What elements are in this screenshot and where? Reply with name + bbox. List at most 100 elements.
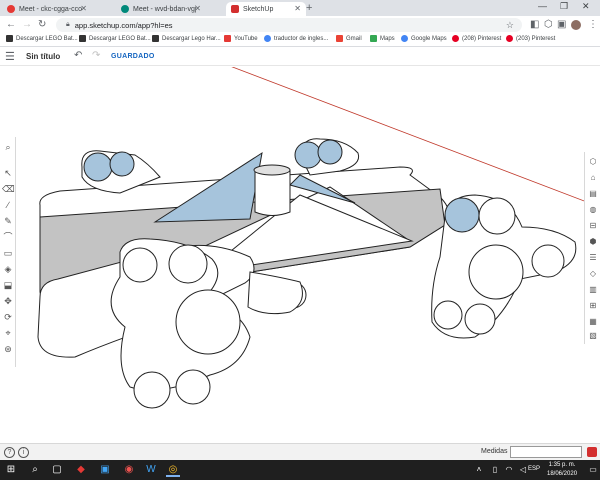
model-viewport[interactable] [0, 67, 600, 443]
arc-tool-icon[interactable]: ⌒ [2, 231, 14, 243]
redo-icon[interactable]: ↷ [92, 50, 100, 61]
extension-icon[interactable]: ⬡ [544, 19, 553, 30]
move-tool-icon[interactable]: ✥ [2, 295, 14, 307]
forward-icon[interactable]: → [22, 19, 32, 30]
pinterest-icon [506, 35, 513, 42]
tags-icon[interactable]: ◇ [587, 268, 599, 280]
close-icon[interactable]: ✕ [80, 4, 87, 13]
lock-icon: 🔒︎ [66, 21, 70, 28]
cylinder-body[interactable] [254, 169, 291, 216]
clock-time: 1:35 p. m. [548, 462, 576, 468]
line-tool-icon[interactable]: ∕ [2, 199, 14, 211]
bookmark-item[interactable]: traductor de ingles... [264, 35, 328, 42]
word-icon[interactable]: W [144, 463, 158, 477]
lego-icon [6, 35, 13, 42]
status-bar: ? i Medidas [0, 443, 600, 460]
app-icon[interactable]: ◆ [74, 463, 88, 477]
bookmark-item[interactable]: Maps [370, 35, 395, 42]
help-icon[interactable]: ? [4, 447, 15, 458]
instructor-icon[interactable]: ⌂ [587, 172, 599, 184]
rotate-tool-icon[interactable]: ⟳ [2, 311, 14, 323]
measurements-input[interactable] [510, 446, 582, 458]
maximize-icon[interactable]: ❐ [560, 1, 568, 12]
bookmark-star-icon[interactable]: ☆ [506, 20, 514, 31]
windows-taskbar: ⊞ ⌕ ▢ ◆ ▣ ◉ W ◎ ˄ ▯ ◠ ◁ ESP 1:35 p. m. 1… [0, 460, 600, 480]
outliner-icon[interactable]: ▦ [587, 316, 599, 328]
paw-back-right[interactable] [294, 138, 360, 176]
chrome-icon[interactable]: ◎ [166, 463, 180, 477]
components-icon[interactable]: ▤ [587, 188, 599, 200]
avatar[interactable] [571, 20, 581, 30]
modeling-canvas[interactable] [0, 67, 600, 443]
bookmark-item[interactable]: (203) Pinterest [506, 35, 555, 42]
browser-tab-strip: Meet - ckc-cgga-cco ✕ Meet - wvd-bdan-vg… [0, 0, 600, 16]
tab-title: Meet - ckc-cgga-cco [19, 5, 83, 13]
bookmark-label: YouTube [234, 35, 258, 42]
bookmark-item[interactable]: Descargar LEGO Bat... [6, 35, 78, 42]
tab-sketchup[interactable]: SketchUp ✕ [226, 2, 306, 16]
cylinder-top[interactable] [253, 164, 291, 176]
solid-inspector-icon[interactable]: ▧ [587, 330, 599, 342]
eraser-tool-icon[interactable]: ⌫ [2, 183, 15, 195]
back-icon[interactable]: ← [6, 19, 16, 30]
close-icon[interactable]: ✕ [194, 4, 201, 13]
document-title[interactable]: Sin título [26, 52, 60, 61]
select-tool-icon[interactable]: ↖ [2, 167, 14, 179]
close-icon[interactable]: ✕ [294, 4, 301, 13]
bookmark-item[interactable]: Descargar Lego Har... [152, 35, 221, 42]
language-indicator[interactable]: ESP [528, 466, 540, 472]
entity-info-icon[interactable]: ⬡ [587, 156, 599, 168]
rectangle-tool-icon[interactable]: ▭ [2, 247, 14, 259]
bookmark-item[interactable]: YouTube [224, 35, 258, 42]
tab-meet-2[interactable]: Meet - wvd-bdan-vgj ✕ [116, 2, 206, 16]
clock[interactable]: 1:35 p. m. 18/06/2020 [547, 461, 577, 479]
app-icon[interactable]: ◉ [122, 463, 136, 477]
info-icon[interactable]: i [18, 447, 29, 458]
layers-icon[interactable]: ☰ [587, 252, 599, 264]
bookmark-label: Gmail [346, 35, 362, 42]
search-icon[interactable]: ⌕ [2, 141, 14, 153]
bookmark-item[interactable]: (208) Pinterest [452, 35, 501, 42]
right-toolbar: ⬡ ⌂ ▤ ◍ ⊟ ⬢ ☰ ◇ ▥ ⊞ ▦ ▧ [584, 152, 600, 344]
more-menu-icon[interactable]: ⋮ [588, 19, 598, 30]
app-icon[interactable]: ▣ [98, 463, 112, 477]
window-close-icon[interactable]: ✕ [582, 1, 590, 12]
maps-icon [370, 35, 377, 42]
bookmark-item[interactable]: Google Maps [401, 35, 447, 42]
3d-warehouse-icon[interactable]: ⬢ [587, 236, 599, 248]
tab-meet-1[interactable]: Meet - ckc-cgga-cco ✕ [2, 2, 92, 16]
materials-icon[interactable]: ◍ [587, 204, 599, 216]
display-icon[interactable]: ⊞ [587, 300, 599, 312]
search-icon[interactable]: ⌕ [28, 463, 42, 477]
undo-icon[interactable]: ↶ [74, 50, 82, 61]
measurements-label: Medidas [481, 448, 508, 455]
scenes-icon[interactable]: ▥ [587, 284, 599, 296]
windows-start-icon[interactable]: ⊞ [4, 463, 18, 477]
sketchup-header: ☰ Sin título ↶ ↷ GUARDADO [0, 48, 600, 66]
extension-icon[interactable]: ▣ [557, 19, 566, 30]
bookmark-item[interactable]: Descargar LEGO Bat... [79, 35, 151, 42]
extension-icon[interactable]: ◧ [530, 19, 539, 30]
reload-icon[interactable]: ↻ [38, 19, 46, 30]
wifi-icon[interactable]: ◠ [502, 463, 516, 477]
push-pull-icon[interactable]: ⬓ [2, 279, 14, 291]
bookmark-label: Descargar LEGO Bat... [89, 35, 151, 42]
paint-bucket-icon[interactable]: ◈ [2, 263, 14, 275]
task-view-icon[interactable]: ▢ [50, 463, 64, 477]
bookmark-label: (203) Pinterest [516, 35, 556, 42]
url-field[interactable]: 🔒︎ app.sketchup.com/app?hl=es ☆ [56, 18, 522, 32]
bookmark-item[interactable]: Gmail [336, 35, 362, 42]
minimize-icon[interactable]: — [538, 1, 547, 11]
styles-icon[interactable]: ⊟ [587, 220, 599, 232]
orbit-tool-icon[interactable]: ⊛ [2, 343, 14, 355]
tape-measure-icon[interactable]: ⌖ [2, 327, 14, 339]
google-icon [264, 35, 271, 42]
tab-title: Meet - wvd-bdan-vgj [133, 5, 197, 13]
hamburger-menu-icon[interactable]: ☰ [5, 50, 15, 63]
new-tab-button[interactable]: + [306, 2, 312, 14]
network-icon[interactable]: ▯ [488, 463, 502, 477]
pencil-tool-icon[interactable]: ✎ [2, 215, 14, 227]
paw-front-right[interactable] [431, 194, 577, 339]
notifications-icon[interactable]: ▭ [586, 463, 600, 477]
tray-chevron-icon[interactable]: ˄ [472, 463, 486, 477]
